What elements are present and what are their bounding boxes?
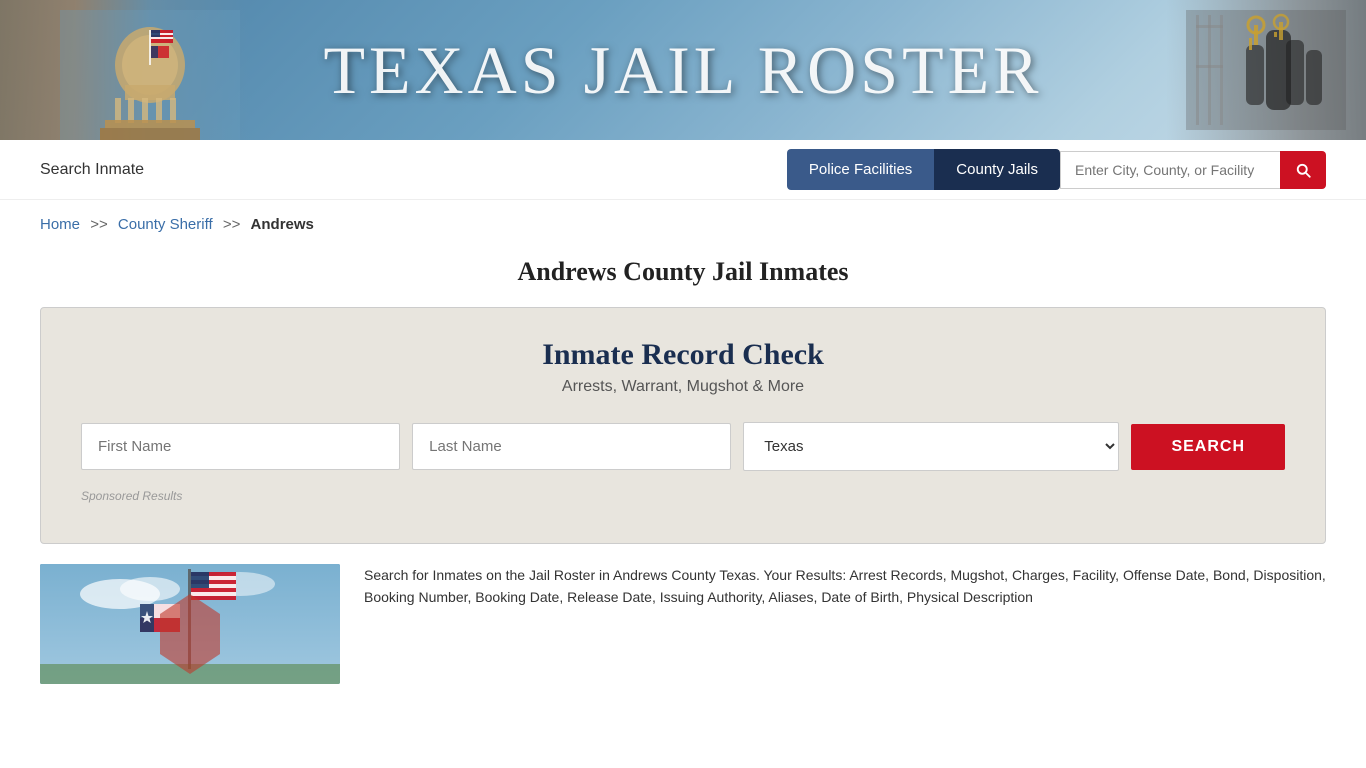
site-title: Texas Jail Roster <box>323 31 1042 110</box>
county-jails-button[interactable]: County Jails <box>934 149 1060 190</box>
inmate-search-button[interactable]: SEARCH <box>1131 424 1285 470</box>
record-check-form: Alabama Alaska Arizona Arkansas Californ… <box>81 422 1285 471</box>
bottom-section: Search for Inmates on the Jail Roster in… <box>0 564 1366 684</box>
page-title: Andrews County Jail Inmates <box>0 257 1366 287</box>
search-inmate-label: Search Inmate <box>40 161 144 179</box>
last-name-input[interactable] <box>412 423 731 470</box>
breadcrumb-county-sheriff-link[interactable]: County Sheriff <box>118 216 213 233</box>
nav-right: Police Facilities County Jails <box>787 149 1326 190</box>
record-check-title: Inmate Record Check <box>81 338 1285 372</box>
breadcrumb: Home >> County Sheriff >> Andrews <box>0 200 1366 241</box>
capitol-illustration <box>60 10 240 140</box>
bottom-flags-illustration <box>40 564 340 684</box>
facility-search-button[interactable] <box>1280 151 1326 189</box>
state-select[interactable]: Alabama Alaska Arizona Arkansas Californ… <box>743 422 1119 471</box>
breadcrumb-home-link[interactable]: Home <box>40 216 80 233</box>
header-banner: Texas Jail Roster <box>0 0 1366 140</box>
bottom-description: Search for Inmates on the Jail Roster in… <box>364 564 1326 684</box>
sponsored-results-label: Sponsored Results <box>81 489 1285 503</box>
bottom-image <box>40 564 340 684</box>
breadcrumb-current: Andrews <box>251 216 314 233</box>
nav-bar: Search Inmate Police Facilities County J… <box>0 140 1366 200</box>
facility-search-input[interactable] <box>1060 151 1280 189</box>
police-facilities-button[interactable]: Police Facilities <box>787 149 934 190</box>
page-title-section: Andrews County Jail Inmates <box>0 241 1366 307</box>
keys-illustration <box>1186 10 1346 130</box>
first-name-input[interactable] <box>81 423 400 470</box>
search-icon <box>1294 161 1312 179</box>
breadcrumb-sep-1: >> <box>90 216 108 233</box>
record-check-subtitle: Arrests, Warrant, Mugshot & More <box>81 378 1285 396</box>
record-check-box: Inmate Record Check Arrests, Warrant, Mu… <box>40 307 1326 544</box>
breadcrumb-sep-2: >> <box>223 216 241 233</box>
